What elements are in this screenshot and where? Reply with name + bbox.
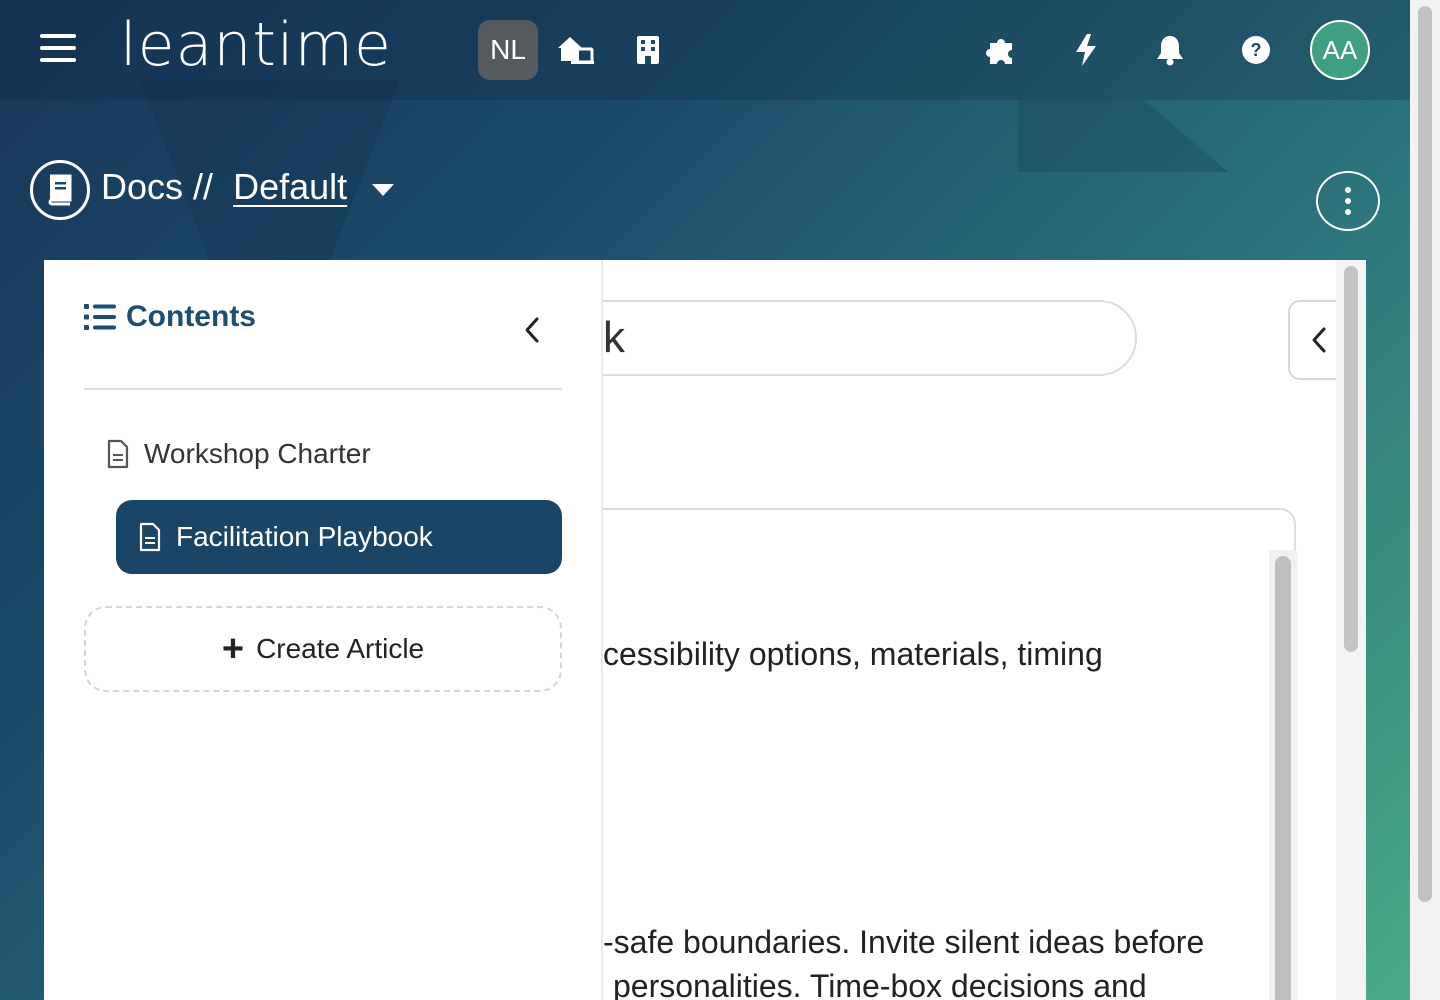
logo[interactable]: leantime: [120, 10, 392, 80]
editor-scrollbar[interactable]: [1269, 550, 1297, 1000]
menu-icon[interactable]: [40, 34, 76, 66]
more-options-button[interactable]: [1316, 171, 1380, 231]
plus-icon: +: [221, 628, 245, 670]
chevron-down-icon[interactable]: [372, 184, 394, 196]
editor-text: -safe boundaries. Invite silent ideas be…: [603, 924, 1205, 960]
article-label: Facilitation Playbook: [176, 521, 433, 552]
list-icon: [84, 304, 116, 330]
project-badge[interactable]: NL: [478, 20, 538, 80]
lightning-icon[interactable]: [1066, 30, 1106, 70]
contents-label: Contents: [126, 300, 256, 333]
panel-scrollbar[interactable]: [1336, 260, 1366, 1000]
chevron-left-icon: [525, 317, 539, 343]
contents-sidebar: Contents Workshop Charter Facilitation P…: [44, 260, 603, 1000]
editor-text: personalities. Time-box decisions and: [613, 968, 1147, 1000]
puzzle-icon[interactable]: [982, 30, 1022, 70]
board-link[interactable]: Default: [233, 166, 347, 207]
window-scrollbar[interactable]: [1410, 0, 1440, 1000]
collapse-sidebar-button[interactable]: [514, 312, 550, 348]
background-shape: [1018, 100, 1228, 172]
article-title-input[interactable]: k: [543, 300, 1137, 376]
book-icon: [30, 160, 90, 220]
building-icon[interactable]: [628, 30, 668, 70]
chevron-left-icon: [1312, 327, 1326, 353]
svg-text:?: ?: [1251, 40, 1262, 60]
create-article-button[interactable]: + Create Article: [84, 606, 562, 692]
section-label: Docs: [101, 166, 184, 207]
page-title: Docs // Default: [101, 166, 347, 208]
top-navbar: leantime NL ? AA: [0, 0, 1410, 100]
create-article-label: Create Article: [256, 633, 425, 664]
user-avatar[interactable]: AA: [1310, 20, 1370, 80]
help-icon[interactable]: ?: [1236, 30, 1276, 70]
editor-text: cessibility options, materials, timing: [603, 636, 1103, 672]
article-label: Workshop Charter: [144, 438, 371, 469]
document-icon: [107, 439, 129, 469]
bell-icon[interactable]: [1150, 30, 1190, 70]
title-separator: //: [193, 166, 214, 207]
article-item-active[interactable]: Facilitation Playbook: [116, 500, 562, 574]
document-icon: [139, 522, 161, 552]
home-office-icon[interactable]: [555, 30, 595, 70]
divider: [84, 388, 562, 390]
article-item[interactable]: Workshop Charter: [106, 438, 371, 470]
contents-heading: Contents: [84, 300, 256, 334]
